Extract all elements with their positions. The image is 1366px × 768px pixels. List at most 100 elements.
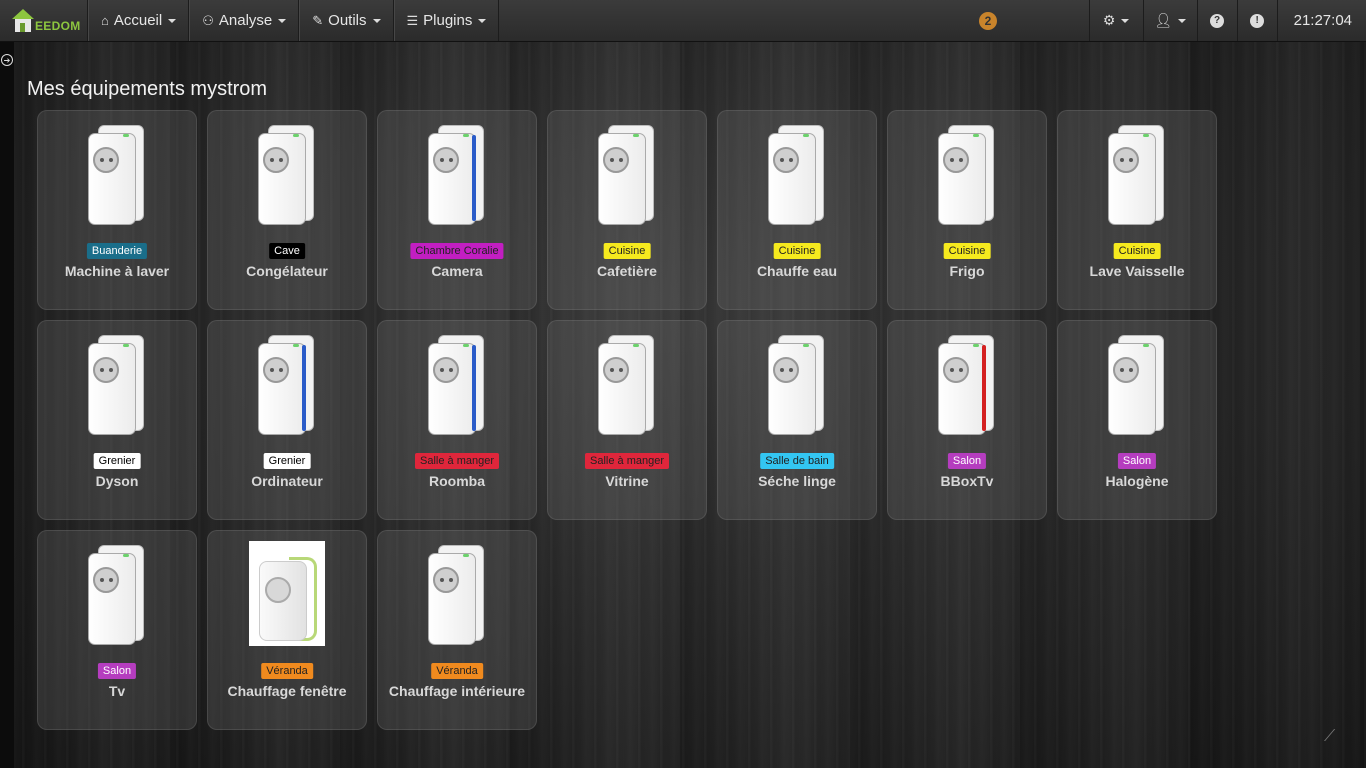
house-icon <box>12 8 34 33</box>
caret-down-icon <box>372 18 381 23</box>
equipment-card[interactable]: Grenier Dyson <box>37 320 197 520</box>
resize-handle-icon[interactable]: ⟋ <box>1324 728 1335 746</box>
plug-photo-icon <box>249 541 325 646</box>
smart-plug-icon <box>426 333 490 437</box>
brand-text: EEDOM <box>35 18 81 33</box>
smart-plug-icon <box>86 333 150 437</box>
equipment-name: Chauffe eau <box>756 263 838 279</box>
equipment-card[interactable]: Salon Halogène <box>1057 320 1217 520</box>
room-badge: Cuisine <box>603 243 651 259</box>
smart-plug-icon <box>596 123 660 227</box>
equipment-card[interactable]: Véranda Chauffage intérieure <box>377 530 537 730</box>
equipment-name: Vitrine <box>605 473 649 489</box>
settings-menu[interactable]: ⚙ <box>1088 0 1143 41</box>
smart-plug-icon <box>936 123 1000 227</box>
room-badge: Salon <box>1117 453 1157 469</box>
room-badge: Grenier <box>263 453 311 469</box>
home-icon: ⌂ <box>101 13 109 28</box>
equipment-card[interactable]: Buanderie Machine à laver <box>37 110 197 310</box>
equipment-name: Séche linge <box>758 473 836 489</box>
equipment-name: Tv <box>108 683 126 699</box>
menu-outils[interactable]: ✎ Outils <box>299 0 394 41</box>
room-badge: Salle à manger <box>415 453 499 469</box>
equipment-card[interactable]: Salon BBoxTv <box>887 320 1047 520</box>
smart-plug-icon <box>596 333 660 437</box>
menu-plugins-label: Plugins <box>423 12 473 29</box>
equipment-name: BBoxTv <box>940 473 994 489</box>
equipment-name: Dyson <box>95 473 139 489</box>
equipment-card[interactable]: Salle à manger Vitrine <box>547 320 707 520</box>
equipment-card[interactable]: Salon Tv <box>37 530 197 730</box>
equipment-card[interactable]: Salle de bain Séche linge <box>717 320 877 520</box>
equipment-card[interactable]: Chambre Coralie Camera <box>377 110 537 310</box>
equipment-name: Machine à laver <box>64 263 170 279</box>
smart-plug-icon <box>1106 123 1170 227</box>
room-badge: Salle à manger <box>585 453 669 469</box>
smart-plug-icon <box>426 123 490 227</box>
left-sidebar-strip <box>0 42 14 768</box>
equipment-name: Chauffage fenêtre <box>227 683 347 699</box>
room-badge: Grenier <box>93 453 141 469</box>
menu-accueil-label: Accueil <box>113 12 163 29</box>
smart-plug-icon <box>936 333 1000 437</box>
equipment-card[interactable]: Cuisine Frigo <box>887 110 1047 310</box>
menu-analyse-label: Analyse <box>218 12 273 29</box>
navbar: EEDOM ⌂ Accueil ⚇ Analyse ✎ Outils ☰ Plu… <box>0 0 1366 42</box>
equipment-card[interactable]: Cave Congélateur <box>207 110 367 310</box>
smart-plug-icon <box>766 333 830 437</box>
notification-badge[interactable]: 2 <box>978 11 998 30</box>
exclamation-icon: ! <box>1250 13 1265 28</box>
smart-plug-icon <box>86 543 150 647</box>
menu-accueil[interactable]: ⌂ Accueil <box>88 0 190 41</box>
page-title: Mes équipements mystrom <box>27 78 268 100</box>
help-button[interactable]: ? <box>1196 0 1237 41</box>
room-badge: Véranda <box>431 663 483 679</box>
room-badge: Véranda <box>261 663 313 679</box>
caret-down-icon <box>1121 18 1130 23</box>
room-badge: Chambre Coralie <box>410 243 504 259</box>
smart-plug-icon <box>766 123 830 227</box>
caret-down-icon <box>168 18 177 23</box>
room-badge: Salon <box>97 663 137 679</box>
equipment-name: Camera <box>431 263 483 279</box>
room-badge: Cave <box>269 243 305 259</box>
clock: 21:27:04 <box>1276 0 1366 41</box>
caret-down-icon <box>1178 18 1186 23</box>
menu-plugins[interactable]: ☰ Plugins <box>393 0 500 41</box>
menu-analyse[interactable]: ⚇ Analyse <box>189 0 300 41</box>
jeedom-logo[interactable]: EEDOM <box>0 0 88 41</box>
analyse-icon: ⚇ <box>202 12 214 28</box>
equipment-name: Roomba <box>429 473 485 489</box>
alert-button[interactable]: ! <box>1236 0 1277 41</box>
sidebar-toggle-icon[interactable]: ➔ <box>1 54 13 66</box>
user-icon: 👤︎ <box>1154 12 1172 28</box>
smart-plug-icon <box>256 123 320 227</box>
equipment-name: Halogène <box>1105 473 1169 489</box>
gears-icon: ⚙ <box>1102 12 1116 28</box>
room-badge: Cuisine <box>1113 243 1161 259</box>
smart-plug-icon <box>426 543 490 647</box>
equipment-name: Cafetière <box>597 263 657 279</box>
equipment-card[interactable]: Salle à manger Roomba <box>377 320 537 520</box>
user-menu[interactable]: 👤︎ <box>1142 0 1197 41</box>
room-badge: Cuisine <box>773 243 821 259</box>
wrench-icon: ✎ <box>312 12 324 28</box>
room-badge: Salon <box>947 453 987 469</box>
caret-down-icon <box>278 18 287 23</box>
equipment-name: Frigo <box>949 263 985 279</box>
room-badge: Salle de bain <box>760 453 834 469</box>
equipment-card[interactable]: Grenier Ordinateur <box>207 320 367 520</box>
equipment-name: Ordinateur <box>251 473 323 489</box>
equipment-name: Congélateur <box>246 263 328 279</box>
equipment-card[interactable]: Cuisine Cafetière <box>547 110 707 310</box>
room-badge: Buanderie <box>86 243 148 259</box>
room-badge: Cuisine <box>943 243 991 259</box>
equipment-card[interactable]: Véranda Chauffage fenêtre <box>207 530 367 730</box>
equipment-card[interactable]: Cuisine Lave Vaisselle <box>1057 110 1217 310</box>
equipment-card[interactable]: Cuisine Chauffe eau <box>717 110 877 310</box>
smart-plug-icon <box>256 333 320 437</box>
caret-down-icon <box>478 18 487 23</box>
question-icon: ? <box>1210 13 1225 28</box>
smart-plug-icon <box>86 123 150 227</box>
equipment-name: Chauffage intérieure <box>388 683 526 699</box>
